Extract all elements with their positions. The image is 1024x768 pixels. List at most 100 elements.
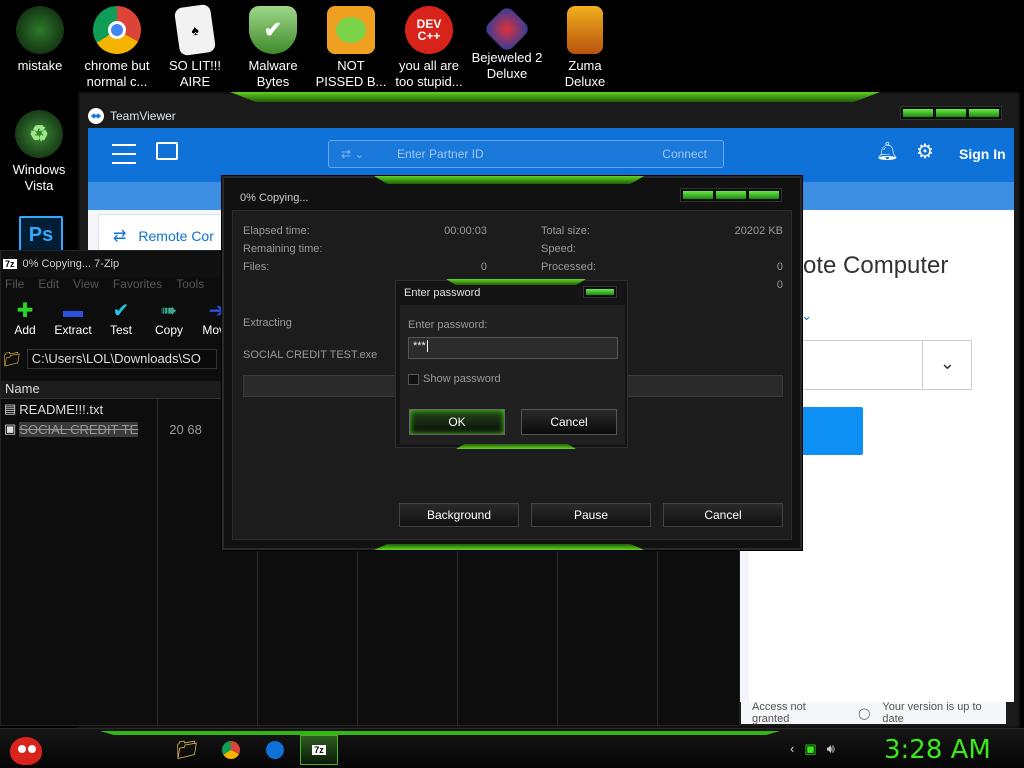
volume-icon[interactable]: 🔊︎ <box>827 741 835 757</box>
menu-favorites[interactable]: Favorites <box>113 277 162 299</box>
current-file-label: SOCIAL CREDIT TEST.exe <box>243 349 378 361</box>
desktop-icon-bejeweled[interactable]: Bejeweled 2 Deluxe <box>468 0 546 82</box>
chat-icon[interactable] <box>156 142 178 160</box>
menu-tools[interactable]: Tools <box>176 277 204 299</box>
7zip-icon: 7z <box>312 745 326 755</box>
menu-file[interactable]: File <box>5 277 24 299</box>
teamviewer-statusbar: Access not granted ◯ Your version is up … <box>741 701 1006 725</box>
desktop-icon-chrome[interactable]: chrome but normal c... <box>78 0 156 90</box>
test-button[interactable]: ✔ Test <box>101 299 141 347</box>
clock[interactable]: 3:28 AM <box>884 735 991 765</box>
window-controls[interactable] <box>900 106 1002 120</box>
desktop-icon-mistake[interactable]: mistake <box>1 0 79 74</box>
files-label: Files: <box>243 261 270 273</box>
chevron-down-icon: ⌄ <box>801 308 812 323</box>
desktop-icon-pig[interactable]: NOT PISSED B... <box>312 0 390 90</box>
sign-in-button[interactable]: Sign In <box>959 146 1006 162</box>
extract-button[interactable]: ▬ Extract <box>53 299 93 347</box>
photoshop-icon: Ps <box>19 216 63 254</box>
chrome-icon <box>222 741 240 759</box>
zuma-icon <box>567 6 603 54</box>
text-file-icon: ▤ <box>4 401 17 416</box>
desktop-icon-label: chrome but normal c... <box>84 58 150 89</box>
desktop-icon-devcpp[interactable]: DEV C++ you all are too stupid... <box>390 0 468 90</box>
exe-file-icon: ▣ <box>4 421 17 436</box>
folder-icon: 📁︎ <box>175 739 199 760</box>
taskbar-7zip[interactable]: 7z <box>300 735 338 765</box>
checkbox-box <box>408 373 419 385</box>
bell-icon[interactable]: 🔔︎ <box>876 141 899 162</box>
partner-id-placeholder: Enter Partner ID <box>397 147 484 161</box>
chevron-down-icon: ⌄ <box>939 353 955 373</box>
processed-label: Processed: <box>541 261 597 273</box>
ok-button[interactable]: OK <box>409 409 505 435</box>
angry-bird-icon <box>10 737 42 765</box>
tray-expand-icon[interactable]: ‹ <box>790 741 794 757</box>
swap-arrows-icon: ⇄ ⌄ <box>341 147 365 161</box>
taskbar-explorer[interactable]: 📁︎ <box>168 735 206 765</box>
speed-label: Speed: <box>541 243 576 255</box>
copy-button[interactable]: ➠ Copy <box>149 299 189 347</box>
remote-computer-heading: mote Computer <box>783 252 949 279</box>
status-version: Your version is up to date <box>882 701 982 725</box>
menu-edit[interactable]: Edit <box>38 277 59 299</box>
window-glow <box>230 92 880 102</box>
teamviewer-icon <box>266 741 284 759</box>
add-button[interactable]: ✚ Add <box>5 299 45 347</box>
devcpp-icon: DEV C++ <box>405 6 453 54</box>
password-label: Enter password: <box>408 319 488 331</box>
desktop-icon-solitaire[interactable]: ♠ SO LIT!!! AIRE <box>156 0 234 90</box>
menu-view[interactable]: View <box>73 277 99 299</box>
elapsed-value: 00:00:03 <box>444 225 487 237</box>
taskbar-chrome[interactable] <box>212 735 250 765</box>
solitaire-icon: ♠ <box>173 3 217 57</box>
taskbar-teamviewer[interactable] <box>256 735 294 765</box>
teamviewer-titlebar: TeamViewer <box>88 106 176 126</box>
start-button[interactable] <box>8 733 44 767</box>
cancel-button[interactable]: Cancel <box>663 503 783 527</box>
desktop-icon-recycle[interactable]: ♻ Windows Vista <box>0 104 78 194</box>
path-field[interactable]: C:\Users\LOL\Downloads\SO <box>26 349 217 369</box>
desktop-icon-label: NOT PISSED B... <box>315 58 387 89</box>
divider <box>922 341 923 389</box>
desktop-icon-malwarebytes[interactable]: ✔ Malware Bytes <box>234 0 312 90</box>
folder-up-icon[interactable]: 📁︎ <box>3 351 21 368</box>
file-size: 20 68 <box>169 421 202 437</box>
path-value: C:\Users\LOL\Downloads\SO <box>31 351 201 366</box>
pause-button[interactable]: Pause <box>531 503 651 527</box>
ratio-value: 0 <box>776 279 783 291</box>
desktop-icon-label: Malware Bytes <box>248 58 298 89</box>
password-dialog-title: Enter password <box>404 287 481 299</box>
total-size-label: Total size: <box>541 225 590 237</box>
teamviewer-title: TeamViewer <box>110 109 176 123</box>
elapsed-label: Elapsed time: <box>243 225 310 237</box>
files-value: 0 <box>480 261 487 273</box>
desktop-icon-label: you all are too stupid... <box>395 58 463 89</box>
gear-icon[interactable]: ⚙ <box>916 139 934 164</box>
column-divider <box>157 399 158 727</box>
total-size-value: 20202 KB <box>734 225 783 237</box>
password-input[interactable]: *** <box>408 337 618 359</box>
show-password-checkbox[interactable]: Show password <box>408 373 501 385</box>
partner-id-field[interactable]: ⇄ ⌄ Enter Partner ID Connect <box>328 140 724 168</box>
file-name: README!!!.txt <box>19 401 104 417</box>
swap-arrows-icon: ⇄ <box>113 228 127 245</box>
add-label: Add <box>14 323 36 337</box>
processed-value: 0 <box>776 261 783 273</box>
teamviewer-toolbar: ⇄ ⌄ Enter Partner ID Connect 🔔︎ ⚙ Sign I… <box>88 128 1014 182</box>
window-controls[interactable] <box>680 188 782 202</box>
test-label: Test <box>109 323 132 337</box>
close-button[interactable] <box>583 286 617 298</box>
desktop-icon-zuma[interactable]: Zuma Deluxe <box>546 0 624 90</box>
password-dialog: Enter password Enter password: *** Show … <box>395 279 628 449</box>
file-name: SOCIAL CREDIT TE <box>19 421 139 437</box>
remote-card-label: Remote Cor <box>138 228 214 244</box>
hamburger-menu-icon[interactable] <box>112 144 136 164</box>
password-cancel-button[interactable]: Cancel <box>521 409 617 435</box>
background-button[interactable]: Background <box>399 503 519 527</box>
check-icon: ✔ <box>112 300 130 322</box>
operation-label: Extracting <box>243 317 292 329</box>
7zip-logo-icon: 7z <box>3 259 17 269</box>
partner-connect-link[interactable]: Connect <box>662 147 707 161</box>
network-icon[interactable]: ▣ <box>804 741 816 757</box>
